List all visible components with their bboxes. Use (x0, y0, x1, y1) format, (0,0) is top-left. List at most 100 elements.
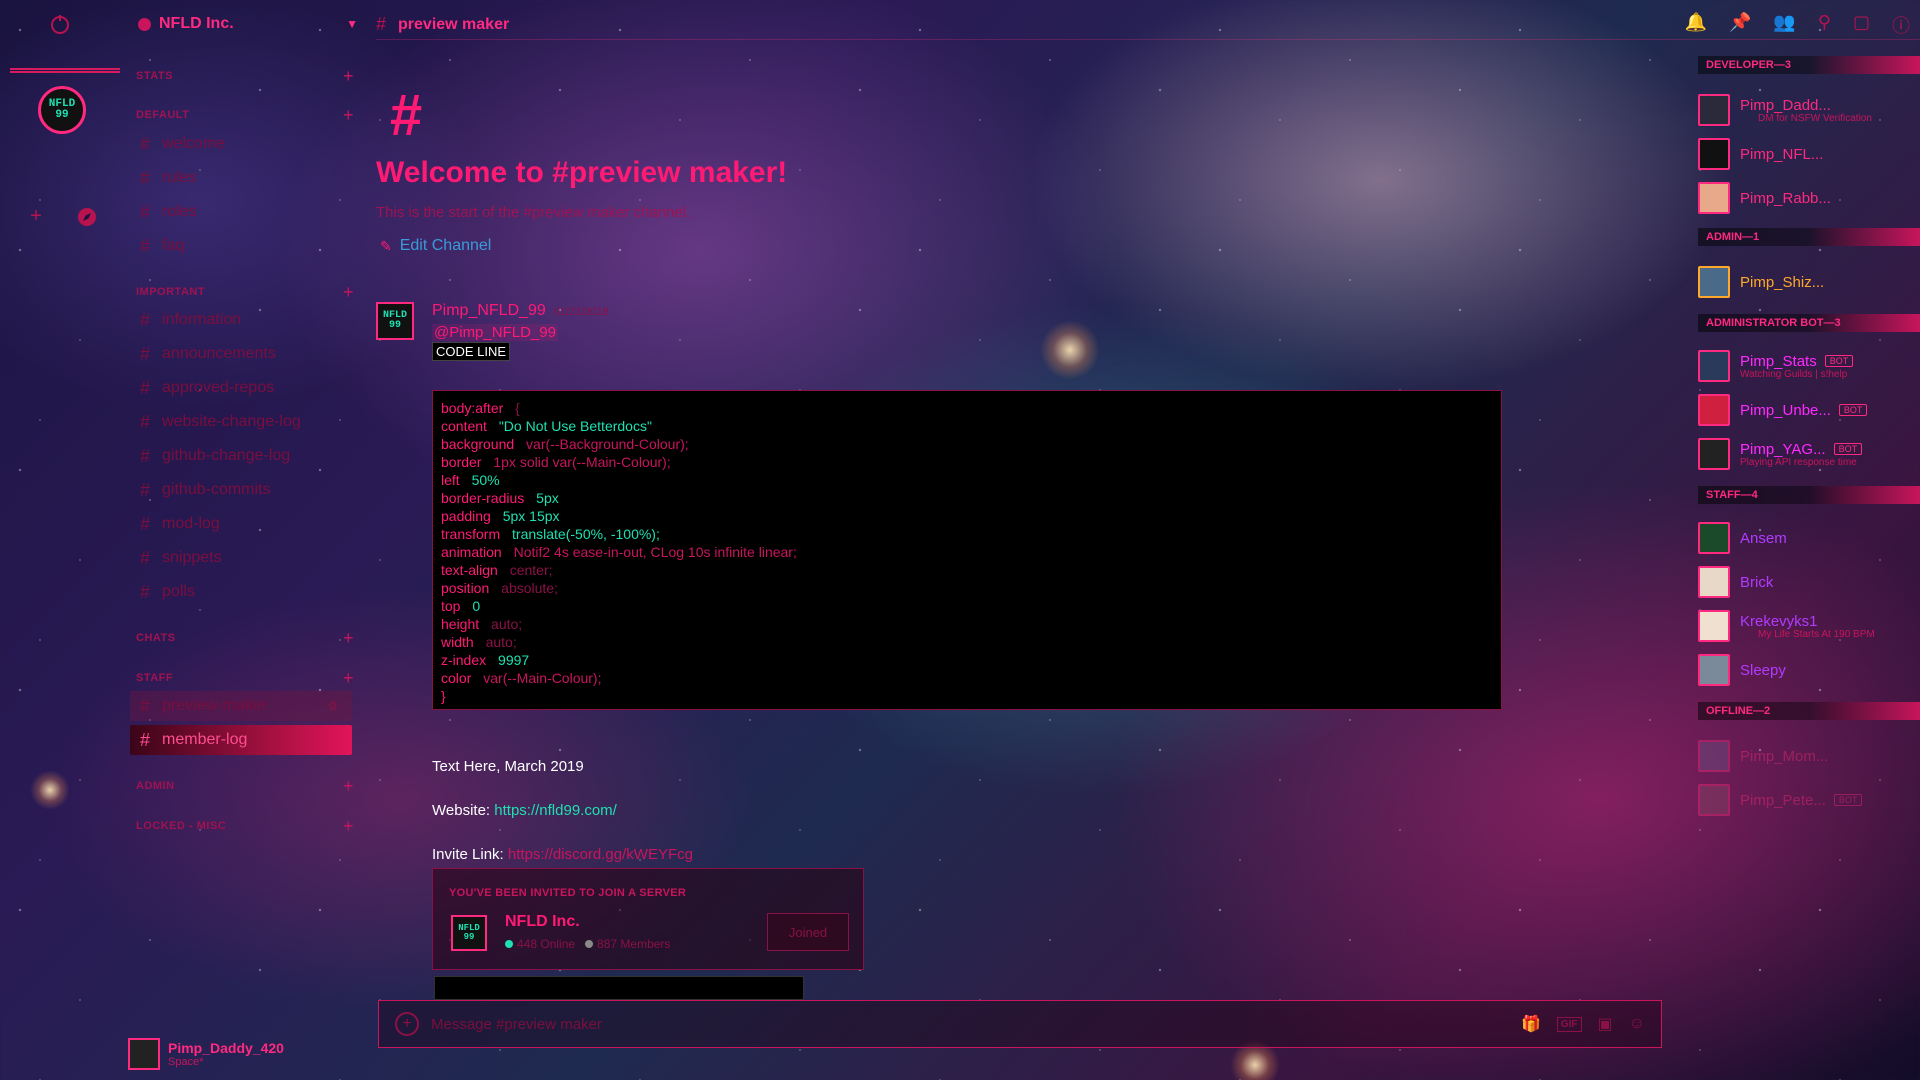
code-line: padding 5px 15px (441, 507, 1493, 525)
invite-link[interactable]: https://discord.gg/kWEYFcg (508, 846, 693, 863)
member-item[interactable]: Pimp_Dadd... DM for NSFW Verification (1698, 92, 1920, 128)
invite-line: Invite Link: https://discord.gg/kWEYFcg (432, 846, 693, 863)
channel-welcome[interactable]: # welcome (130, 129, 352, 159)
category-chats[interactable]: CHATS + (136, 628, 354, 649)
member-category-admin: ADMIN—1 (1698, 228, 1920, 246)
add-channel-icon[interactable]: + (343, 816, 354, 837)
members-icon[interactable]: 👥 (1773, 12, 1795, 38)
channel-approved-repos[interactable]: # approved-repos (130, 373, 352, 403)
channel-preview-maker[interactable]: # preview-maker ⚙ (130, 691, 352, 721)
channel-topbar: # preview maker 🔔 📌 👥 ⚲ ▢ ⓘ (376, 10, 1920, 40)
member-item[interactable]: Pimp_Pete... BOT (1698, 782, 1920, 818)
edit-channel-link[interactable]: ✎ Edit Channel (380, 237, 491, 255)
category-important[interactable]: IMPORTANT + (136, 282, 354, 303)
user-name: Pimp_Daddy_420 (168, 1040, 284, 1056)
inline-code: CODE LINE (432, 342, 511, 361)
category-label: STAFF (136, 672, 174, 684)
channel-settings-icon[interactable]: ⚙ (327, 699, 344, 713)
channel-information[interactable]: # information (130, 305, 352, 335)
bot-badge: BOT (1833, 794, 1863, 806)
channel-announcements[interactable]: # announcements (130, 339, 352, 369)
member-item[interactable]: Pimp_YAG... BOT Playing API response time (1698, 436, 1920, 472)
code-line: left 50% (441, 471, 1493, 489)
channel-roles[interactable]: # roles (130, 197, 352, 227)
channel-polls[interactable]: # polls (130, 577, 352, 607)
channel-member-log[interactable]: # member-log (130, 725, 352, 755)
user-mention[interactable]: @Pimp_NFLD_99 (432, 324, 558, 341)
member-name: Brick (1740, 573, 1774, 591)
member-item[interactable]: Ansem (1698, 520, 1920, 556)
code-line: border 1px solid var(--Main-Colour); (441, 453, 1493, 471)
code-line: border-radius 5px (441, 489, 1493, 507)
category-default[interactable]: DEFAULT + (136, 105, 354, 126)
avatar (1698, 394, 1730, 426)
add-channel-icon[interactable]: + (343, 776, 354, 797)
member-name: Ansem (1740, 529, 1787, 547)
search-icon[interactable]: ⚲ (1818, 12, 1831, 38)
joined-button[interactable]: Joined (767, 913, 849, 951)
code-line: z-index 9997 (441, 651, 1493, 669)
avatar (1698, 438, 1730, 470)
channel-website-change-log[interactable]: # website-change-log (130, 407, 352, 437)
member-item[interactable]: Sleepy (1698, 652, 1920, 688)
category-label: CHATS (136, 632, 176, 644)
member-item[interactable]: Pimp_Mom... (1698, 738, 1920, 774)
code-line: animation Notif2 4s ease-in-out, CLog 10… (441, 543, 1493, 561)
user-panel[interactable]: Pimp_Daddy_420 Space* (128, 1036, 348, 1072)
category-admin[interactable]: ADMIN + (136, 776, 354, 797)
channel-github-change-log[interactable]: # github-change-log (130, 441, 352, 471)
member-item[interactable]: Brick (1698, 564, 1920, 600)
member-item[interactable]: Pimp_Shiz... (1698, 264, 1920, 300)
website-label: Website: (432, 802, 491, 819)
member-category-staff: STAFF—4 (1698, 486, 1920, 504)
emoji-icon[interactable]: ☺ (1629, 1015, 1645, 1033)
avatar[interactable]: NFLD 99 (376, 302, 414, 340)
pin-icon[interactable]: 📌 (1729, 12, 1751, 38)
add-channel-icon[interactable]: + (343, 105, 354, 126)
add-channel-icon[interactable]: + (343, 66, 354, 87)
category-label: STATS (136, 70, 173, 82)
add-channel-icon[interactable]: + (343, 668, 354, 689)
category-staff[interactable]: STAFF + (136, 668, 354, 689)
category-locked-misc[interactable]: LOCKED - MISC + (136, 816, 354, 837)
website-link[interactable]: https://nfld99.com/ (494, 802, 617, 819)
code-value: var(--Background-Colour); (522, 436, 689, 452)
channel-rules[interactable]: # rules (130, 163, 352, 193)
member-item[interactable]: Pimp_Stats BOT Watching Guilds | s!help (1698, 348, 1920, 384)
message-input[interactable] (431, 1015, 1521, 1033)
add-server-icon[interactable]: + (26, 205, 46, 227)
gif-icon[interactable]: GIF (1556, 1016, 1582, 1032)
home-icon[interactable] (48, 12, 72, 36)
code-line: transform translate(-50%, -100%); (441, 525, 1493, 543)
hash-icon: # (376, 14, 387, 34)
channel-github-commits[interactable]: # github-commits (130, 475, 352, 505)
hash-icon: # (140, 133, 151, 154)
channel-faq[interactable]: # faq (130, 231, 352, 261)
server-avatar[interactable]: NFLD 99 (38, 86, 86, 134)
message-author[interactable]: Pimp_NFLD_99 (432, 302, 546, 320)
bell-icon[interactable]: 🔔 (1685, 12, 1707, 38)
avatar[interactable] (128, 1038, 160, 1070)
explore-servers-icon[interactable] (76, 206, 98, 228)
code-property: } (441, 688, 446, 704)
member-item[interactable]: Pimp_Unbe... BOT (1698, 392, 1920, 428)
server-header[interactable]: NFLD Inc. ▼ (138, 12, 358, 36)
channel-snippets[interactable]: # snippets (130, 543, 352, 573)
attach-icon[interactable]: + (395, 1012, 419, 1036)
channel-label: snippets (162, 549, 222, 566)
channel-mod-log[interactable]: # mod-log (130, 509, 352, 539)
chevron-down-icon[interactable]: ▼ (346, 17, 358, 31)
member-item[interactable]: Krekevyks1 My Life Starts At 190 BPM (1698, 608, 1920, 644)
category-stats[interactable]: STATS + (136, 66, 354, 87)
invite-server-name: NFLD Inc. (505, 913, 580, 930)
add-channel-icon[interactable]: + (343, 628, 354, 649)
add-channel-icon[interactable]: + (343, 282, 354, 303)
help-icon[interactable]: ⓘ (1892, 12, 1910, 38)
hash-icon: # (140, 309, 151, 330)
member-item[interactable]: Pimp_Rabb... (1698, 180, 1920, 216)
gift-icon[interactable]: 🎁 (1521, 1014, 1541, 1034)
member-item[interactable]: Pimp_NFL... (1698, 136, 1920, 172)
sticker-icon[interactable]: ▣ (1598, 1014, 1613, 1034)
inbox-icon[interactable]: ▢ (1853, 12, 1870, 38)
code-property: content (441, 418, 487, 434)
